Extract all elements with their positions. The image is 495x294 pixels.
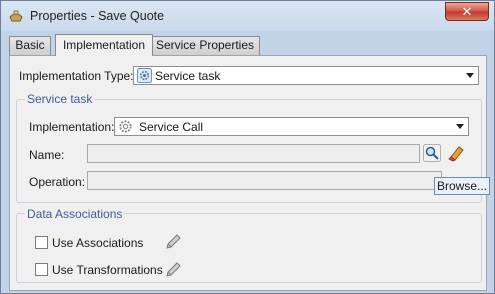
- implementation-select[interactable]: Service Call: [114, 117, 469, 136]
- implementation-type-select[interactable]: Service task: [133, 66, 479, 85]
- operation-label: Operation:: [29, 175, 86, 189]
- close-icon: ✕: [461, 4, 473, 19]
- gear-icon: [137, 68, 152, 83]
- properties-dialog: Properties - Save Quote ✕ Basic Implemen…: [0, 0, 495, 294]
- service-task-group-title: Service task: [25, 92, 95, 106]
- tab-content-implementation: Implementation Type: Service task Servic…: [9, 55, 490, 291]
- chevron-down-icon: [456, 124, 464, 129]
- app-icon: [9, 10, 23, 22]
- data-associations-group-title: Data Associations: [25, 207, 125, 221]
- tab-service-properties[interactable]: Service Properties: [150, 36, 260, 55]
- gear-icon: [119, 120, 132, 133]
- implementation-value: Service Call: [139, 120, 204, 134]
- use-associations-checkbox[interactable]: [35, 236, 48, 249]
- implementation-label: Implementation:: [29, 120, 115, 134]
- tab-basic[interactable]: Basic: [9, 36, 51, 55]
- search-icon[interactable]: [423, 144, 441, 162]
- use-transformations-checkbox[interactable]: [35, 263, 48, 276]
- close-button[interactable]: ✕: [445, 2, 489, 21]
- chevron-down-icon: [466, 73, 474, 78]
- use-associations-label: Use Associations: [52, 236, 144, 250]
- name-field[interactable]: [87, 144, 420, 163]
- window-title: Properties - Save Quote: [30, 9, 165, 23]
- tab-implementation[interactable]: Implementation: [55, 34, 153, 56]
- use-transformations-label: Use Transformations: [52, 263, 163, 277]
- pencil-icon[interactable]: [164, 261, 182, 279]
- pencil-icon[interactable]: [164, 233, 182, 251]
- operation-field[interactable]: [87, 171, 442, 190]
- eraser-icon[interactable]: [447, 144, 465, 162]
- browse-button[interactable]: Browse...: [434, 177, 490, 195]
- title-bar[interactable]: Properties - Save Quote ✕: [1, 1, 494, 31]
- name-label: Name:: [29, 148, 65, 162]
- implementation-type-value: Service task: [155, 69, 221, 83]
- implementation-type-label: Implementation Type:: [19, 69, 134, 83]
